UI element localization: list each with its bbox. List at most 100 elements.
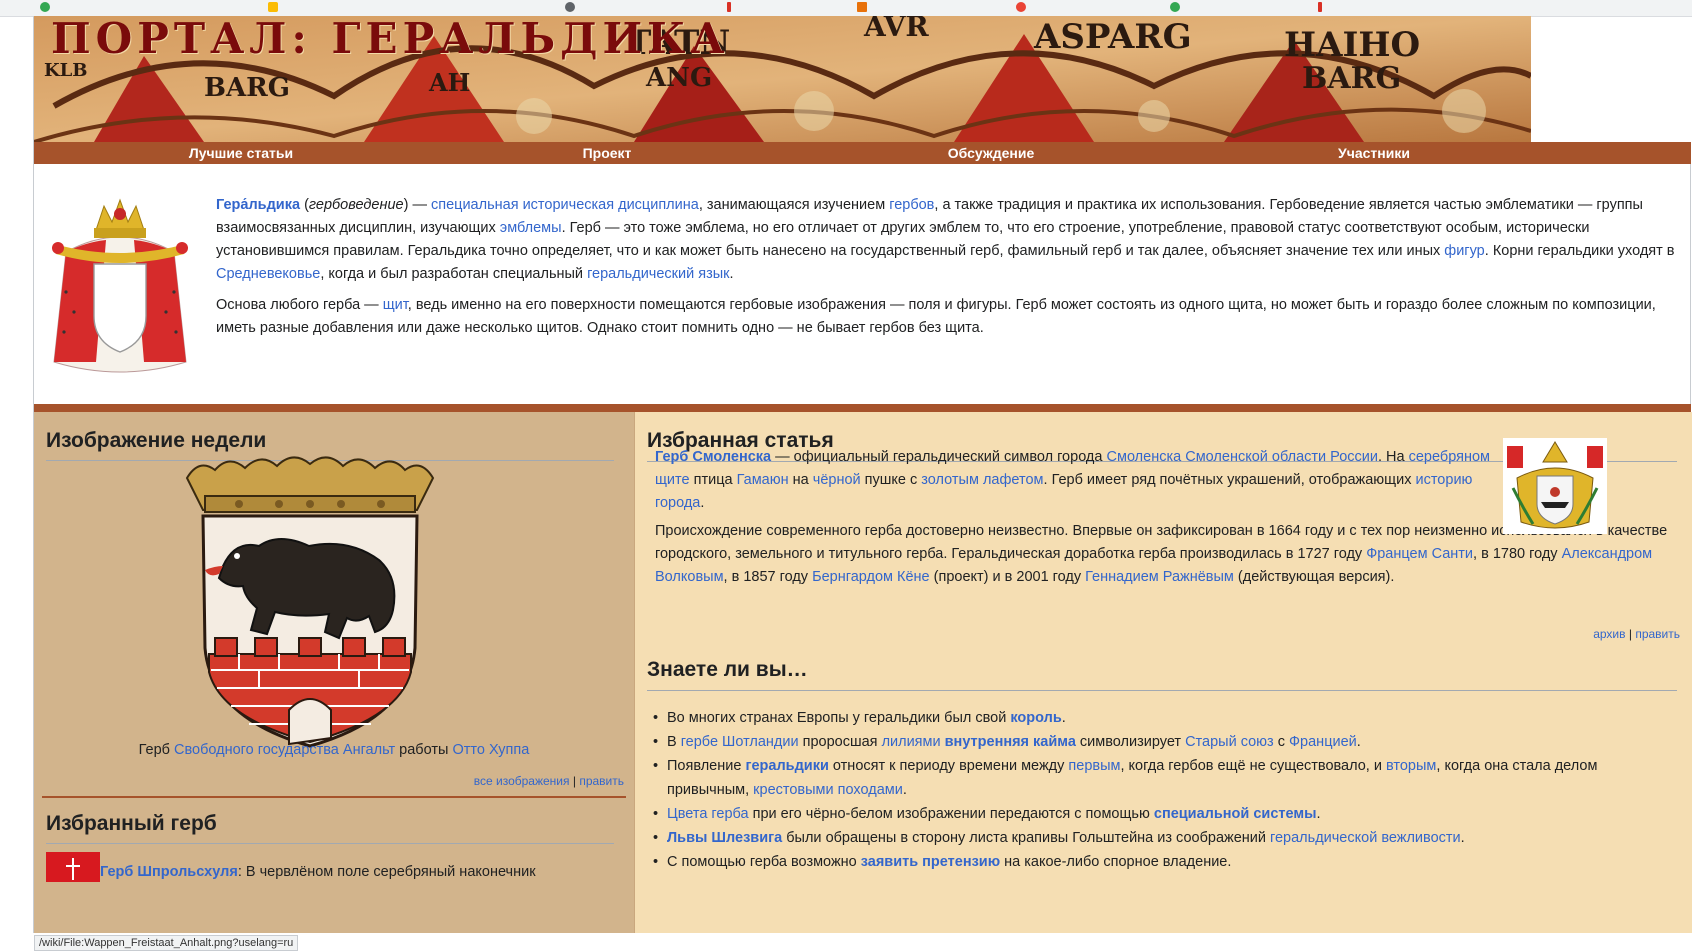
bookmark-icon[interactable] — [1170, 2, 1180, 12]
inline-link[interactable]: заявить претензию — [861, 854, 1000, 870]
inline-link[interactable]: гербе Шотландии — [681, 734, 799, 750]
archive-link[interactable]: архив — [1593, 627, 1625, 641]
portal-nav: Лучшие статьи Проект Обсуждение Участник… — [34, 142, 1691, 164]
inline-link[interactable]: Гамаюн — [737, 472, 789, 488]
intro-paragraph: Гера́льдика (гербоведение) — специальная… — [216, 194, 1686, 286]
inline-link[interactable]: Свободного государства Ангальт — [174, 742, 395, 758]
nav-project[interactable]: Проект — [400, 142, 814, 164]
inline-text: . — [1356, 734, 1361, 750]
inline-text: при его чёрно-белом изображении передают… — [748, 806, 1154, 822]
status-bar-url: /wiki/File:Wappen_Freistaat_Anhalt.png?u… — [34, 935, 299, 951]
inline-link[interactable]: геральдический язык — [587, 266, 729, 282]
featured-arms-desc: : В червлёном поле серебряный наконечник — [237, 864, 536, 880]
svg-text:HAIHO: HAIHO — [1284, 25, 1420, 65]
inline-link[interactable]: Гера́льдика — [216, 197, 300, 213]
bookmark-icon[interactable] — [1016, 2, 1026, 12]
inline-link[interactable]: Бернгардом Кёне — [812, 569, 930, 585]
inline-link[interactable]: золотым — [921, 472, 979, 488]
portal-banner: TATN ANG ASPARG HAIHO BARG AVR KLB BARG … — [34, 16, 1531, 142]
all-images-link[interactable]: все изображения — [474, 774, 570, 788]
inline-text: Основа любого герба — — [216, 297, 383, 313]
inline-link[interactable]: Францией — [1289, 734, 1357, 750]
inline-text: . — [1061, 710, 1066, 726]
inline-link[interactable]: лафетом — [983, 472, 1044, 488]
inline-text: В — [667, 734, 681, 750]
inline-text: гербоведение — [308, 197, 404, 213]
did-you-know-list: Во многих странах Европы у геральдики бы… — [647, 706, 1677, 874]
mantle-arms-icon[interactable] — [46, 192, 194, 380]
bookmark-icon[interactable] — [1318, 2, 1322, 12]
inline-link[interactable]: крестовыми походами — [753, 782, 903, 798]
inline-text: , занимающаяся изучением — [698, 197, 890, 213]
inline-text: . На — [1377, 449, 1409, 465]
inline-text: на какое-либо спорное владение. — [1000, 854, 1232, 870]
edit-link[interactable]: править — [579, 774, 624, 788]
inline-link[interactable]: России — [1330, 449, 1378, 465]
inline-link[interactable]: геральдической вежливости — [1270, 830, 1461, 846]
inline-link[interactable]: Смоленской области — [1185, 449, 1326, 465]
inline-link[interactable]: лилиями — [882, 734, 941, 750]
inline-link[interactable]: внутренняя кайма — [945, 734, 1076, 750]
inline-text: , когда гербов ещё не существовало, и — [1120, 758, 1386, 774]
inline-link[interactable]: Смоленска — [1107, 449, 1182, 465]
inline-link[interactable]: Геннадием Ражнёвым — [1085, 569, 1234, 585]
bookmark-icon[interactable] — [40, 2, 50, 12]
inline-text: ) — — [403, 197, 431, 213]
portal-page: TATN ANG ASPARG HAIHO BARG AVR KLB BARG … — [33, 16, 1692, 951]
inline-link[interactable]: Цвета герба — [667, 806, 749, 822]
inline-link[interactable]: Отто Хуппа — [452, 742, 529, 758]
inline-text: были обращены в сторону листа крапивы Го… — [782, 830, 1271, 846]
inline-link[interactable]: Львы Шлезвига — [667, 830, 782, 846]
inline-text: . Герб имеет ряд почётных украшений, ото… — [1043, 472, 1416, 488]
inline-link[interactable]: фигур — [1444, 243, 1484, 259]
inline-link[interactable]: специальная историческая дисциплина — [431, 197, 699, 213]
inline-text: . — [902, 782, 907, 798]
inline-text: птица — [689, 472, 737, 488]
inline-link[interactable]: вторым — [1386, 758, 1436, 774]
inline-link[interactable]: специальной системы — [1154, 806, 1317, 822]
edit-link[interactable]: править — [1635, 627, 1680, 641]
featured-links: архив | править — [1593, 627, 1680, 641]
nav-best-articles[interactable]: Лучшие статьи — [34, 142, 448, 164]
smolensk-arms-image[interactable] — [1503, 438, 1607, 534]
bookmark-icon[interactable] — [857, 2, 867, 12]
sprolshul-arms-link[interactable]: Герб Шпрольсхуля — [100, 864, 238, 880]
inline-link[interactable]: гербов — [889, 197, 934, 213]
featured-arms-heading: Избранный герб — [46, 812, 614, 844]
intro-paragraph: Основа любого герба — щит, ведь именно н… — [216, 294, 1686, 340]
inline-text: пушке с — [860, 472, 922, 488]
inline-text: С помощью герба возможно — [667, 854, 861, 870]
inline-text: на — [788, 472, 813, 488]
inline-link[interactable]: Средневековье — [216, 266, 320, 282]
nav-discussion[interactable]: Обсуждение — [784, 142, 1198, 164]
did-you-know-item: Цвета герба при его чёрно-белом изображе… — [647, 802, 1677, 826]
left-column: Изображение недели Герб Свободного госуд… — [34, 412, 634, 933]
inline-link[interactable]: геральдики — [745, 758, 828, 774]
inline-text: относят к периоду времени между — [828, 758, 1069, 774]
inline-link[interactable]: король — [1010, 710, 1061, 726]
nav-participants[interactable]: Участники — [1167, 142, 1581, 164]
inline-link[interactable]: первым — [1068, 758, 1120, 774]
bookmark-icon[interactable] — [565, 2, 575, 12]
inline-link[interactable]: Герб Смоленска — [655, 449, 771, 465]
inline-link[interactable]: Францем Санти — [1366, 546, 1473, 562]
column-separator — [42, 796, 626, 798]
svg-text:AH: AH — [428, 68, 470, 97]
inline-text: . — [729, 266, 734, 282]
sprolshul-arms-icon[interactable] — [46, 852, 100, 882]
inline-link[interactable]: щит — [383, 297, 408, 313]
did-you-know-item: Во многих странах Европы у геральдики бы… — [647, 706, 1677, 730]
svg-text:KLB: KLB — [44, 60, 88, 81]
inline-text: с — [1273, 734, 1290, 750]
inline-text: . — [1460, 830, 1465, 846]
picture-links: все изображения | править — [474, 774, 624, 788]
inline-link[interactable]: чёрной — [813, 472, 861, 488]
inline-text: , когда и был разработан специальный — [320, 266, 588, 282]
bookmark-icon[interactable] — [727, 2, 731, 12]
anhalt-arms-image[interactable] — [179, 448, 441, 752]
inline-link[interactable]: Старый союз — [1185, 734, 1274, 750]
inline-link[interactable]: эмблемы — [500, 220, 562, 236]
inline-text: работы — [395, 742, 453, 758]
svg-text:ASPARG: ASPARG — [1033, 17, 1192, 57]
bookmark-icon[interactable] — [268, 2, 278, 12]
